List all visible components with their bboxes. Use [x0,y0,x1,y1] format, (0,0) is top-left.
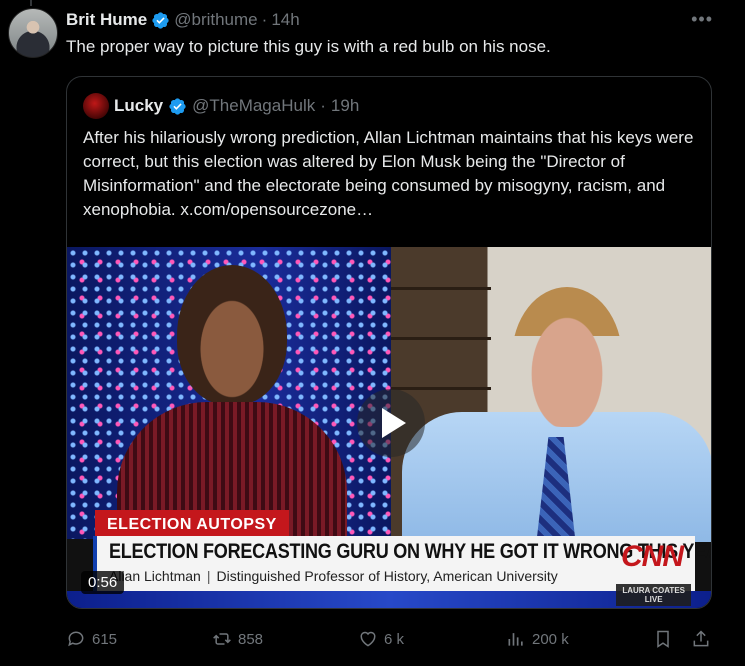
author-avatar[interactable] [8,8,58,58]
bookshelf-line [391,287,491,290]
video-player[interactable]: ELECTION AUTOPSY ELECTION FORECASTING GU… [67,247,711,608]
repost-count: 858 [238,630,264,648]
action-bar: 615 858 6 k 200 k [66,625,714,653]
tweet-text: The proper way to picture this guy is wi… [66,37,551,56]
chyron-subtitle: Allan Lichtman | Distinguished Professor o… [109,568,558,584]
bookshelf-line [391,337,491,340]
video-guest-head [512,287,622,427]
quote-author-name: Lucky [114,96,164,115]
quoted-tweet-card[interactable]: Lucky @TheMagaHulk · 19h After his hilar… [66,76,712,609]
author-handle[interactable]: @brithume [174,10,257,30]
repost-icon [213,633,231,645]
live-tag-live: LIVE [644,595,663,604]
video-duration: 0:56 [81,571,125,594]
quote-header: Lucky @TheMagaHulk · 19h [83,93,359,119]
bookshelf-line [391,387,491,390]
tweet-header: Brit Hume @brithume · 14h [66,9,300,31]
separator-dot: · [261,10,268,29]
more-horizontal-icon[interactable]: ••• [691,9,713,30]
separator-dot: · [320,96,326,115]
chyron-bottom-strip [67,591,711,608]
reply-count: 615 [92,630,118,648]
quote-author-avatar [83,93,109,119]
views-count: 200 k [532,630,569,648]
tweet-timestamp[interactable]: 14h [271,10,299,30]
quote-timestamp: 19h [330,96,360,115]
chyron-bar: ELECTION FORECASTING GURU ON WHY HE GOT … [93,536,711,591]
like-icon [360,631,376,647]
like-button[interactable]: 6 k [358,625,404,653]
chyron-title: Distinguished Professor of History, Amer… [216,568,558,584]
video-anchor-head [177,265,287,405]
like-count: 6 k [384,630,405,648]
live-tag: LAURA COATES LIVE [616,584,691,606]
quote-text: After his hilariously wrong prediction, … [83,128,694,219]
repost-button[interactable]: 858 [212,625,263,653]
chyron-tag: ELECTION AUTOPSY [95,510,289,539]
bookmark-button[interactable] [653,625,673,653]
chyron-separator: | [206,568,211,584]
author-name[interactable]: Brit Hume [66,10,147,30]
play-icon [382,408,406,438]
thread-connector-line [30,0,32,6]
quote-author-handle: @TheMagaHulk [192,96,316,115]
views-icon [508,633,523,646]
live-tag-show: LAURA COATES [622,586,685,595]
verified-badge-icon [169,97,186,115]
reply-button[interactable]: 615 [66,625,117,653]
reply-icon [68,631,84,647]
cnn-logo: CNN [621,540,684,573]
share-icon [693,630,709,647]
views-button[interactable]: 200 k [506,625,569,653]
bookmark-icon [657,630,669,648]
play-button[interactable] [357,389,425,457]
verified-badge-icon [152,11,169,29]
share-button[interactable] [691,625,711,653]
